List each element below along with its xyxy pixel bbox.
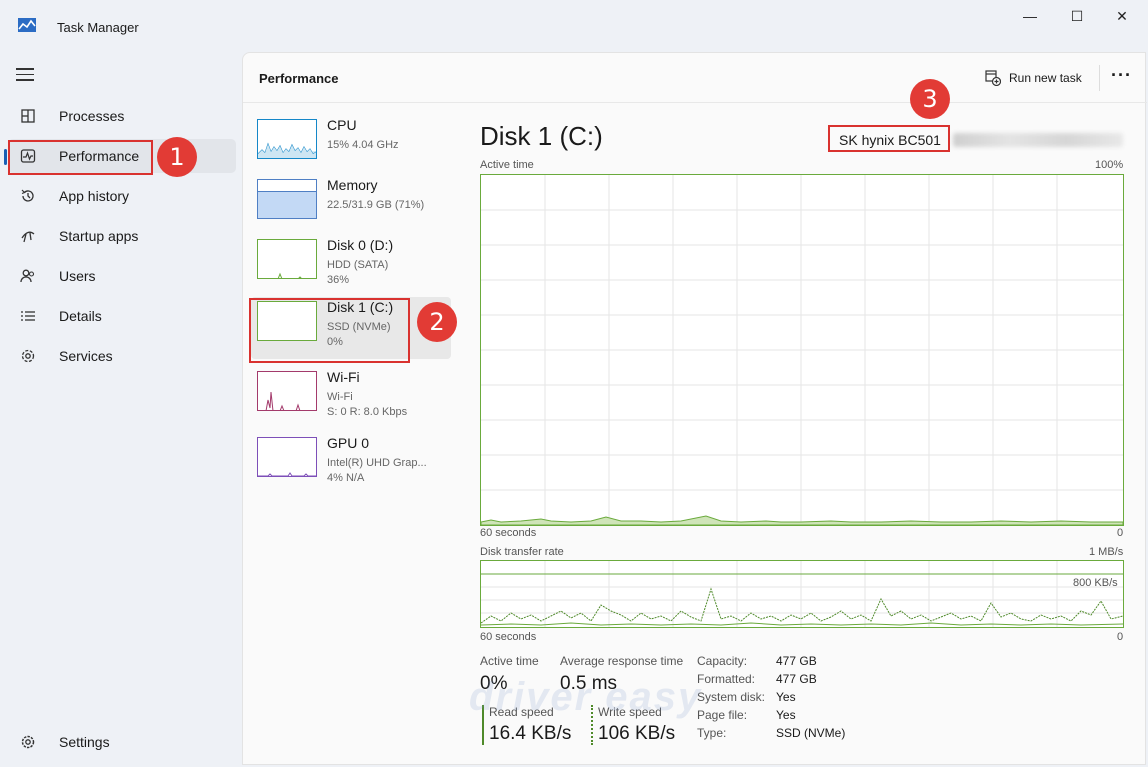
header-divider	[1099, 65, 1100, 91]
formatted-value: 477 GB	[776, 672, 817, 686]
resource-usage: 4% N/A	[327, 472, 365, 484]
maximize-button[interactable]: ☐	[1055, 0, 1099, 32]
sidebar-item-settings[interactable]: Settings	[8, 725, 236, 759]
resource-name: Wi-Fi	[327, 369, 360, 385]
run-new-task-button[interactable]: Run new task	[985, 67, 1082, 89]
sidebar-item-label: Users	[59, 268, 96, 284]
minimize-button[interactable]: —	[1008, 0, 1052, 32]
capacity-value: 477 GB	[776, 654, 817, 668]
transfer-graph-mid: 800 KB/s	[1073, 577, 1118, 589]
sidebar-item-label: App history	[59, 188, 130, 204]
active-time-graph-max: 100%	[1095, 159, 1124, 171]
type-value: SSD (NVMe)	[776, 726, 846, 740]
active-time-graph-label: Active time	[480, 159, 534, 171]
resource-item-disk0[interactable]: Disk 0 (D:) HDD (SATA) 36%	[251, 235, 451, 297]
resource-name: CPU	[327, 117, 357, 133]
sidebar-item-startup-apps[interactable]: Startup apps	[8, 219, 236, 253]
system-disk-value: Yes	[776, 690, 796, 704]
task-manager-icon	[18, 18, 36, 32]
write-speed-value: 106 KB/s	[598, 723, 676, 744]
transfer-x-right: 0	[1117, 631, 1124, 643]
run-new-task-label: Run new task	[1009, 71, 1082, 85]
page-file-value: Yes	[776, 708, 796, 722]
sidebar-item-label: Processes	[59, 108, 125, 124]
services-icon	[18, 346, 38, 366]
sidebar-item-label: Services	[59, 348, 113, 364]
history-icon	[18, 186, 38, 206]
run-task-icon	[985, 70, 1001, 86]
watermark: driver easy	[469, 675, 703, 719]
resource-subtext: Wi-Fi	[327, 391, 353, 403]
resource-subtext: Intel(R) UHD Grap...	[327, 457, 427, 469]
transfer-x-left: 60 seconds	[480, 631, 537, 643]
hamburger-menu-icon[interactable]	[16, 68, 34, 82]
resource-usage: 36%	[327, 274, 350, 286]
panel-header: Performance Run new task ···	[243, 53, 1147, 103]
sidebar-item-services[interactable]: Services	[8, 339, 236, 373]
sidebar-item-users[interactable]: Users	[8, 259, 236, 293]
wifi-thumbnail-graph	[257, 371, 317, 411]
resource-name: Disk 0 (D:)	[327, 237, 394, 253]
sidebar-item-label: Startup apps	[59, 228, 139, 244]
resource-item-memory[interactable]: Memory 22.5/31.9 GB (71%)	[251, 175, 451, 237]
title-bar: Task Manager — ☐ ✕	[0, 0, 1148, 52]
performance-panel: Performance Run new task ··· CPU 15% 4.0…	[242, 52, 1147, 765]
disk-transfer-graph	[480, 560, 1124, 628]
formatted-label: Formatted:	[697, 672, 756, 686]
annotation-badge-3: 3	[910, 79, 950, 119]
page-title: Performance	[259, 71, 339, 86]
annotation-badge-1: 1	[157, 137, 197, 177]
active-time-label: Active time	[480, 654, 539, 668]
resource-item-wifi[interactable]: Wi-Fi Wi-Fi S: 0 R: 8.0 Kbps	[251, 367, 451, 429]
close-button[interactable]: ✕	[1100, 0, 1144, 32]
resource-name: Memory	[327, 177, 378, 193]
resource-name: GPU 0	[327, 435, 370, 451]
transfer-graph-max: 1 MB/s	[1089, 546, 1124, 558]
capacity-label: Capacity:	[697, 654, 748, 668]
type-label: Type:	[697, 726, 727, 740]
processes-icon	[18, 106, 38, 126]
sidebar-item-processes[interactable]: Processes	[8, 99, 236, 133]
annotation-box-performance	[8, 140, 153, 175]
memory-thumbnail-graph	[257, 179, 317, 219]
resource-subtext: 15% 4.04 GHz	[327, 139, 399, 151]
more-options-button[interactable]: ···	[1111, 65, 1132, 86]
resource-item-gpu0[interactable]: GPU 0 Intel(R) UHD Grap... 4% N/A	[251, 433, 451, 495]
sidebar-item-details[interactable]: Details	[8, 299, 236, 333]
active-time-graph	[480, 174, 1124, 526]
sidebar-item-app-history[interactable]: App history	[8, 179, 236, 213]
annotation-box-model	[828, 125, 950, 152]
sidebar-item-label: Details	[59, 308, 102, 324]
system-disk-label: System disk:	[697, 690, 766, 704]
disk-title: Disk 1 (C:)	[480, 121, 603, 151]
active-time-x-right: 0	[1117, 527, 1124, 539]
resource-subtext: 22.5/31.9 GB (71%)	[327, 199, 425, 211]
disk0-thumbnail-graph	[257, 239, 317, 279]
read-speed-value: 16.4 KB/s	[489, 723, 572, 744]
cpu-thumbnail-graph	[257, 119, 317, 159]
transfer-graph-label: Disk transfer rate	[480, 546, 564, 558]
resource-usage: S: 0 R: 8.0 Kbps	[327, 406, 408, 418]
resource-subtext: HDD (SATA)	[327, 259, 389, 271]
page-file-label: Page file:	[697, 708, 748, 722]
annotation-box-disk1	[249, 298, 410, 363]
startup-icon	[18, 226, 38, 246]
window-title: Task Manager	[57, 20, 139, 35]
gear-icon	[18, 732, 38, 752]
avg-response-label: Average response time	[560, 654, 684, 668]
sidebar-item-label: Settings	[59, 734, 110, 750]
annotation-badge-2: 2	[417, 302, 457, 342]
users-icon	[18, 266, 38, 286]
active-time-x-left: 60 seconds	[480, 527, 537, 539]
resource-item-cpu[interactable]: CPU 15% 4.04 GHz	[251, 115, 451, 177]
gpu-thumbnail-graph	[257, 437, 317, 477]
redacted-serial	[953, 133, 1123, 147]
details-icon	[18, 306, 38, 326]
